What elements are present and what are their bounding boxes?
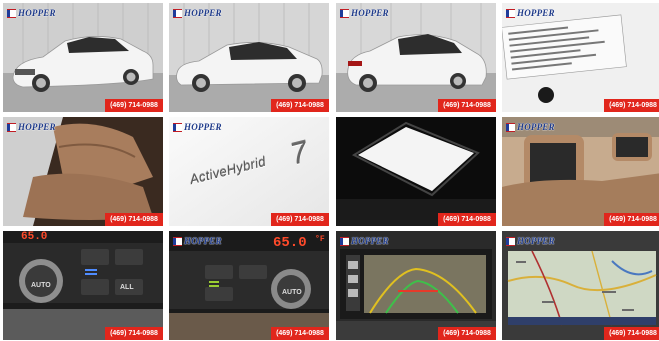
dealer-logo: HOPPER — [7, 120, 56, 134]
temperature-display: 65.0 °F — [273, 235, 325, 251]
photo-thumbnail[interactable]: HOPPER (469) 714-0988 — [502, 231, 659, 340]
auto-button-label: AUTO — [282, 289, 302, 296]
all-button-label: ALL — [120, 284, 134, 291]
flag-icon — [173, 8, 182, 18]
flag-icon — [506, 122, 515, 132]
phone-badge: (469) 714-0988 — [604, 327, 659, 340]
photo-thumbnail[interactable]: HOPPER (469) 714-0988 — [169, 3, 329, 112]
auto-button-label: AUTO — [31, 282, 51, 289]
dealer-logo: HOPPER — [340, 6, 389, 20]
dealer-logo: HOPPER — [7, 6, 56, 20]
photo-thumbnail[interactable]: 65.0 AUTO ALL (469) 714-0988 — [3, 231, 163, 340]
photo-thumbnail[interactable]: ActiveHybrid 7 HOPPER (469) 714-0988 — [169, 117, 329, 226]
photo-thumbnail[interactable]: (469) 714-0988 — [336, 117, 496, 226]
dealer-name: HOPPER — [351, 8, 389, 18]
phone-badge: (469) 714-0988 — [271, 327, 329, 340]
flag-icon — [506, 236, 515, 246]
phone-badge: (469) 714-0988 — [604, 213, 659, 226]
photo-thumbnail[interactable]: HOPPER (469) 714-0988 — [3, 117, 163, 226]
flag-icon — [340, 236, 349, 246]
phone-badge: (469) 714-0988 — [438, 213, 496, 226]
dealer-logo: HOPPER — [173, 6, 222, 20]
dealer-name: HOPPER — [184, 122, 222, 132]
flag-icon — [506, 8, 515, 18]
phone-badge: (469) 714-0988 — [604, 99, 659, 112]
dealer-logo: HOPPER — [506, 234, 555, 248]
flag-icon — [7, 122, 16, 132]
sunroof-image — [336, 117, 496, 226]
photo-thumbnail[interactable]: HOPPER (469) 714-0988 — [502, 3, 659, 112]
dealer-name: HOPPER — [184, 236, 222, 246]
dealer-name: HOPPER — [351, 236, 389, 246]
flag-icon — [340, 8, 349, 18]
phone-badge: (469) 714-0988 — [271, 213, 329, 226]
temperature-display: 65.0 — [21, 231, 48, 243]
phone-badge: (469) 714-0988 — [105, 327, 163, 340]
photo-thumbnail[interactable]: HOPPER (469) 714-0988 — [336, 3, 496, 112]
flag-icon — [173, 122, 182, 132]
dealer-logo: HOPPER — [340, 234, 389, 248]
climate-control-image — [3, 231, 163, 340]
photo-gallery: HOPPER (469) 714-0988 HOPPER (469) 714-0… — [3, 3, 659, 340]
temperature-value: 65.0 — [273, 235, 307, 251]
dealer-logo: HOPPER — [173, 234, 222, 248]
photo-thumbnail[interactable]: HOPPER (469) 714-0988 — [502, 117, 659, 226]
phone-badge: (469) 714-0988 — [271, 99, 329, 112]
dealer-name: HOPPER — [517, 122, 555, 132]
photo-thumbnail[interactable]: HOPPER 65.0 °F AUTO (469) 714-0988 — [169, 231, 329, 340]
phone-badge: (469) 714-0988 — [105, 99, 163, 112]
dealer-logo: HOPPER — [506, 6, 555, 20]
flag-icon — [7, 8, 16, 18]
dealer-name: HOPPER — [18, 122, 56, 132]
dealer-logo: HOPPER — [173, 120, 222, 134]
dealer-name: HOPPER — [18, 8, 56, 18]
dealer-name: HOPPER — [517, 8, 555, 18]
photo-thumbnail[interactable]: HOPPER (469) 714-0988 — [336, 231, 496, 340]
dealer-name: HOPPER — [517, 236, 555, 246]
photo-thumbnail[interactable]: HOPPER (469) 714-0988 — [3, 3, 163, 112]
dealer-name: HOPPER — [184, 8, 222, 18]
phone-badge: (469) 714-0988 — [438, 99, 496, 112]
dealer-logo: HOPPER — [506, 120, 555, 134]
phone-badge: (469) 714-0988 — [438, 327, 496, 340]
temperature-unit: °F — [315, 235, 325, 244]
phone-badge: (469) 714-0988 — [105, 213, 163, 226]
flag-icon — [173, 236, 182, 246]
